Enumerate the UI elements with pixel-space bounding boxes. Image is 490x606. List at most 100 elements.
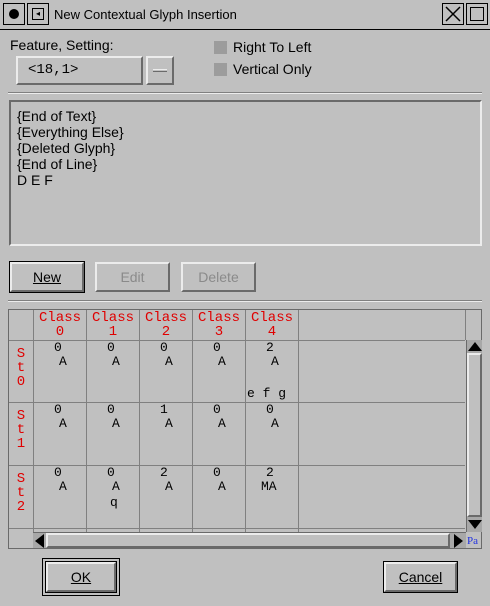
transition-flags: A	[59, 416, 67, 431]
transition-flags: A	[59, 354, 67, 369]
ok-button-label: OK	[70, 569, 92, 585]
transition-flags: A	[165, 354, 173, 369]
feature-setting-field[interactable]: <18,1>	[16, 56, 143, 85]
state-row-label-char: t	[16, 360, 26, 376]
state-row-label-char: t	[16, 485, 26, 501]
next-state: 0	[54, 465, 62, 480]
state-table-cell[interactable]: 1A	[140, 403, 192, 463]
state-table-cell[interactable]: 0A	[140, 341, 192, 401]
transition-flags: A	[218, 479, 226, 494]
scroll-down-icon[interactable]	[468, 520, 482, 529]
transition-flags: A	[218, 416, 226, 431]
next-state: 2	[266, 340, 274, 355]
class-header-number: 1	[108, 324, 118, 340]
state-table-cell[interactable]: 0A	[34, 341, 86, 401]
cancel-button[interactable]: Cancel	[383, 561, 458, 593]
class-line: D E F	[17, 172, 53, 188]
class-header-word: Class	[197, 310, 240, 326]
state-table-cell[interactable]: 0A	[193, 466, 245, 526]
state-table-cell[interactable]: 0Aq	[87, 466, 139, 526]
inserted-glyphs: q	[110, 495, 118, 510]
class-header-number: 0	[55, 324, 65, 340]
right-to-left-label: Right To Left	[233, 39, 312, 55]
ok-button[interactable]: OK	[45, 561, 117, 593]
transition-flags: A	[165, 479, 173, 494]
class-header: Class 2	[140, 311, 192, 339]
edit-button[interactable]: Edit	[95, 262, 170, 292]
horizontal-scroll-thumb[interactable]	[46, 533, 450, 548]
state-table[interactable]: Class 0 Class 1 Class 2 Class 3 Class 4 St00A…	[8, 309, 482, 549]
state-row-label: St1	[9, 409, 33, 451]
state-table-cell[interactable]: 0A	[34, 403, 86, 463]
next-state: 0	[107, 340, 115, 355]
grid-line	[9, 528, 465, 529]
class-line: {End of Line}	[17, 156, 98, 172]
classes-textarea[interactable]: {End of Text} {Everything Else} {Deleted…	[9, 100, 482, 246]
next-state: 1	[160, 402, 168, 417]
state-row-label-char: 2	[16, 499, 26, 515]
scroll-right-icon[interactable]	[454, 534, 463, 548]
class-header-word: Class	[91, 310, 134, 326]
state-table-cell[interactable]: 0A	[193, 403, 245, 463]
circle-icon	[9, 9, 19, 19]
next-state: 0	[213, 340, 221, 355]
state-table-cell[interactable]: 0A	[34, 466, 86, 526]
transition-flags: A	[59, 479, 67, 494]
next-state: 0	[54, 340, 62, 355]
next-state: 0	[160, 340, 168, 355]
close-button[interactable]	[442, 3, 464, 25]
next-state: 0	[54, 402, 62, 417]
state-row-label-char: S	[16, 346, 26, 362]
transition-flags: A	[112, 479, 120, 494]
state-row-label-char: S	[16, 408, 26, 424]
scroll-up-icon[interactable]	[468, 342, 482, 351]
edit-button-label: Edit	[120, 269, 145, 285]
shade-icon: ◂	[32, 8, 44, 20]
class-header-number: 4	[267, 324, 277, 340]
grid-line	[298, 310, 299, 532]
vertical-scroll-thumb[interactable]	[467, 353, 482, 517]
class-header-number: 2	[161, 324, 171, 340]
class-header-word: Class	[250, 310, 293, 326]
grid-line	[465, 310, 466, 340]
horizontal-scrollbar[interactable]	[33, 532, 466, 548]
state-row-label-char: 1	[16, 436, 26, 452]
cancel-button-label: Cancel	[398, 569, 443, 585]
state-row-label-char: 0	[16, 374, 26, 390]
state-table-cell[interactable]: 0A	[87, 403, 139, 463]
state-table-cell[interactable]: 0A	[246, 403, 298, 463]
state-table-cell[interactable]: 2 MA	[246, 466, 298, 526]
next-state: 0	[213, 402, 221, 417]
state-row-label-char: S	[16, 471, 26, 487]
state-table-cell[interactable]: 0A	[87, 341, 139, 401]
next-state: 2	[160, 465, 168, 480]
next-state: 0	[107, 465, 115, 480]
feature-label: Feature, Setting:	[10, 37, 114, 53]
new-button[interactable]: New	[9, 261, 85, 293]
state-row-label-char: t	[16, 422, 26, 438]
menu-bar-icon	[153, 69, 167, 72]
class-line: {End of Text}	[17, 108, 97, 124]
window-menu-button[interactable]	[3, 3, 25, 25]
state-table-cell[interactable]: 2Ae f g	[246, 341, 298, 401]
class-header-number: 3	[214, 324, 224, 340]
next-state: 2	[266, 465, 274, 480]
delete-button[interactable]: Delete	[181, 262, 256, 292]
maximize-button[interactable]	[466, 3, 488, 25]
class-header: Class 3	[193, 311, 245, 339]
state-table-cell[interactable]: 0A	[193, 341, 245, 401]
right-to-left-checkbox[interactable]	[214, 41, 227, 54]
transition-flags: MA	[261, 479, 277, 494]
vertical-scrollbar[interactable]	[466, 340, 482, 532]
transition-flags: A	[271, 354, 279, 369]
next-state: 0	[266, 402, 274, 417]
transition-flags: A	[218, 354, 226, 369]
next-state: 0	[107, 402, 115, 417]
feature-menu-button[interactable]	[146, 56, 174, 85]
state-table-cell[interactable]: 2A	[140, 466, 192, 526]
vertical-only-label: Vertical Only	[233, 61, 312, 77]
vertical-only-checkbox[interactable]	[214, 63, 227, 76]
class-header: Class 1	[87, 311, 139, 339]
shade-button[interactable]: ◂	[27, 3, 49, 25]
scroll-left-icon[interactable]	[35, 534, 44, 548]
